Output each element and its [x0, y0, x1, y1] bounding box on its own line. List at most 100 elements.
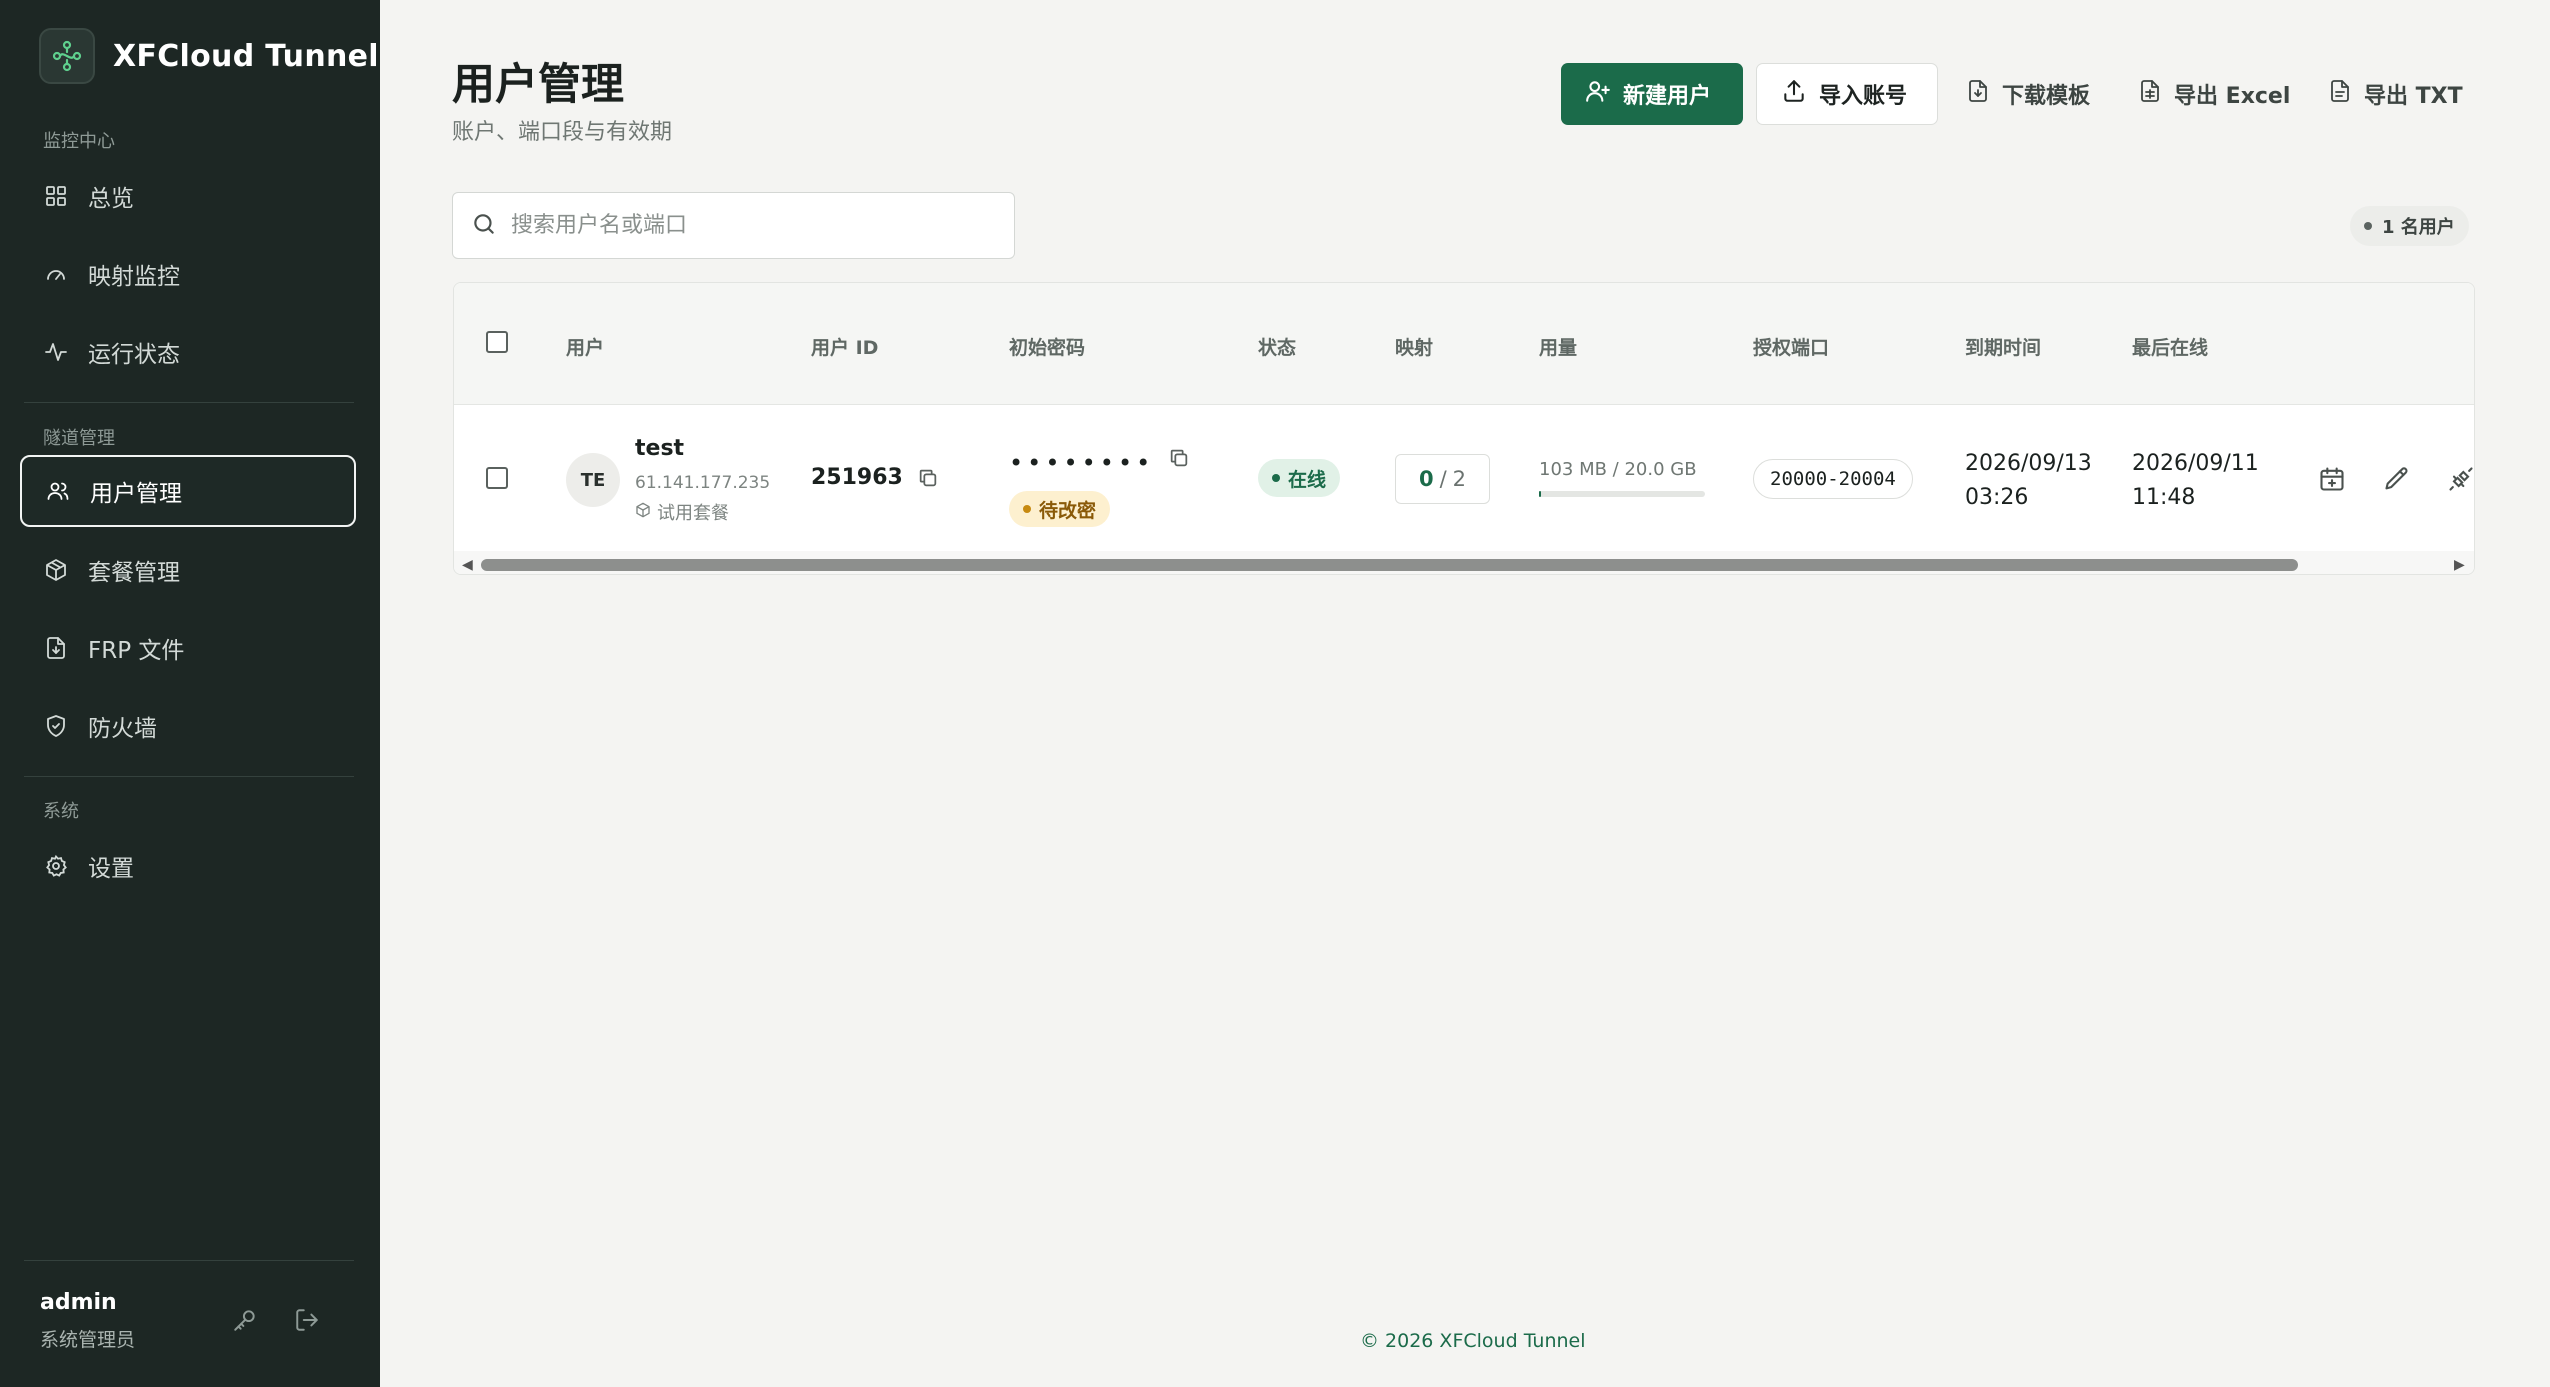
- last-online-date: 2026/09/11: [2132, 451, 2259, 476]
- copy-password-icon[interactable]: [1168, 447, 1192, 471]
- export-excel-button[interactable]: 导出 Excel: [2128, 63, 2300, 125]
- tunnel-logo-icon: [39, 28, 95, 84]
- user-count-label: 1 名用户: [2382, 217, 2455, 238]
- sidebar-item-package-management[interactable]: 套餐管理: [20, 534, 356, 606]
- status-label: 在线: [1288, 468, 1327, 491]
- upload-icon: [1781, 78, 1807, 110]
- sidebar-item-label: 映射监控: [88, 264, 180, 290]
- package-icon: [42, 556, 70, 584]
- logout-icon[interactable]: [289, 1302, 325, 1338]
- expire-clock: 03:26: [1965, 485, 2029, 510]
- activity-icon: [42, 338, 70, 366]
- column-header-user[interactable]: 用户: [566, 333, 604, 360]
- sidebar-item-label: 防火墙: [88, 716, 157, 742]
- search-icon: [471, 211, 497, 241]
- file-text-icon: [2328, 79, 2352, 109]
- copy-user-id-icon[interactable]: [917, 467, 941, 491]
- sidebar: XFCloud Tunnel 监控中心 总览 映射监控 运行状态 隧道管理 用户…: [0, 0, 380, 1387]
- brand[interactable]: XFCloud Tunnel: [39, 28, 379, 84]
- warning-dot: [1023, 505, 1031, 513]
- search-input[interactable]: [511, 213, 991, 238]
- column-header-usage[interactable]: 用量: [1539, 333, 1577, 360]
- status-badge: 在线: [1258, 459, 1341, 497]
- user-id: 251963: [811, 465, 903, 490]
- mapping-total: 2: [1452, 467, 1467, 491]
- sidebar-item-firewall[interactable]: 防火墙: [20, 690, 356, 762]
- row-checkbox[interactable]: [486, 467, 508, 489]
- file-spreadsheet-icon: [2138, 79, 2162, 109]
- column-header-mapping[interactable]: 映射: [1395, 333, 1433, 360]
- current-user-name: admin: [40, 1290, 117, 1315]
- mapping-separator: /: [1439, 467, 1447, 491]
- sidebar-item-frp-files[interactable]: FRP 文件: [20, 612, 356, 684]
- package-icon: [635, 502, 651, 523]
- sidebar-item-label: 运行状态: [88, 342, 180, 368]
- count-dot: [2364, 222, 2372, 230]
- gear-icon: [42, 852, 70, 880]
- download-template-label: 下载模板: [2002, 84, 2091, 109]
- export-txt-label: 导出 TXT: [2364, 84, 2463, 109]
- change-password-key-icon[interactable]: [227, 1302, 263, 1338]
- sidebar-item-label: 总览: [88, 186, 134, 212]
- page-title: 用户管理: [452, 60, 624, 110]
- table-row[interactable]: TE test 61.141.177.235 试用套餐 251963 •••••…: [454, 405, 2474, 551]
- column-header-initial-password[interactable]: 初始密码: [1009, 333, 1085, 360]
- file-download-icon: [42, 634, 70, 662]
- sidebar-divider: [24, 402, 354, 403]
- edit-pencil-icon[interactable]: [2381, 463, 2413, 495]
- sidebar-item-mapping-monitor[interactable]: 映射监控: [20, 238, 356, 310]
- usage-text: 103 MB / 20.0 GB: [1539, 459, 1697, 480]
- column-header-status[interactable]: 状态: [1258, 333, 1296, 360]
- download-template-button[interactable]: 下载模板: [1956, 63, 2100, 125]
- sidebar-divider: [24, 1260, 354, 1261]
- file-download-icon: [1966, 79, 1990, 109]
- avatar: TE: [566, 453, 620, 507]
- scroll-left-arrow-icon[interactable]: ◀: [462, 557, 473, 573]
- column-header-expire-time[interactable]: 到期时间: [1965, 333, 2041, 360]
- search-box: [452, 192, 1015, 259]
- export-excel-label: 导出 Excel: [2174, 84, 2291, 109]
- users-icon: [44, 477, 72, 505]
- sidebar-divider: [24, 776, 354, 777]
- sidebar-item-user-management[interactable]: 用户管理: [20, 455, 356, 527]
- mapping-count: 0 / 2: [1395, 454, 1490, 504]
- usage-progress-fill: [1539, 491, 1541, 497]
- section-label-monitor: 监控中心: [43, 131, 115, 152]
- sidebar-item-label: 套餐管理: [88, 560, 180, 586]
- current-user-role: 系统管理员: [40, 1329, 136, 1351]
- last-online: 2026/09/11 11:48: [2132, 447, 2259, 515]
- password-change-pending-badge: 待改密: [1009, 491, 1111, 527]
- initial-password-masked: ••••••••: [1009, 449, 1155, 477]
- status-dot: [1272, 474, 1280, 482]
- last-online-clock: 11:48: [2132, 485, 2196, 510]
- column-header-user-id[interactable]: 用户 ID: [811, 333, 878, 360]
- section-label-tunnel: 隧道管理: [43, 428, 115, 449]
- column-header-last-online[interactable]: 最后在线: [2132, 333, 2208, 360]
- sidebar-item-settings[interactable]: 设置: [20, 830, 356, 902]
- sidebar-item-label: FRP 文件: [88, 638, 185, 664]
- new-user-button[interactable]: 新建用户: [1561, 63, 1743, 125]
- disconnect-plug-icon[interactable]: [2445, 463, 2474, 495]
- authorized-ports: 20000-20004: [1753, 459, 1913, 499]
- expire-date: 2026/09/13: [1965, 451, 2092, 476]
- page-subtitle: 账户、端口段与有效期: [452, 120, 673, 145]
- section-label-system: 系统: [43, 801, 79, 822]
- user-plan-label: 试用套餐: [657, 503, 729, 524]
- shield-icon: [42, 712, 70, 740]
- scrollbar-thumb[interactable]: [481, 559, 2298, 571]
- sidebar-item-overview[interactable]: 总览: [20, 160, 356, 232]
- extend-expiry-calendar-icon[interactable]: [2316, 463, 2348, 495]
- password-badge-label: 待改密: [1039, 499, 1097, 522]
- import-accounts-button[interactable]: 导入账号: [1756, 63, 1938, 125]
- export-txt-button[interactable]: 导出 TXT: [2318, 63, 2473, 125]
- sidebar-item-runtime-status[interactable]: 运行状态: [20, 316, 356, 388]
- user-count-badge: 1 名用户: [2350, 206, 2469, 246]
- column-header-authorized-ports[interactable]: 授权端口: [1753, 333, 1829, 360]
- user-plus-icon: [1585, 78, 1611, 110]
- user-plan: 试用套餐: [635, 499, 729, 525]
- sidebar-item-label: 用户管理: [90, 481, 182, 507]
- horizontal-scrollbar[interactable]: ◀ ▶: [454, 551, 2474, 574]
- scroll-right-arrow-icon[interactable]: ▶: [2454, 557, 2465, 573]
- mapping-used: 0: [1418, 467, 1434, 491]
- select-all-checkbox[interactable]: [486, 331, 508, 353]
